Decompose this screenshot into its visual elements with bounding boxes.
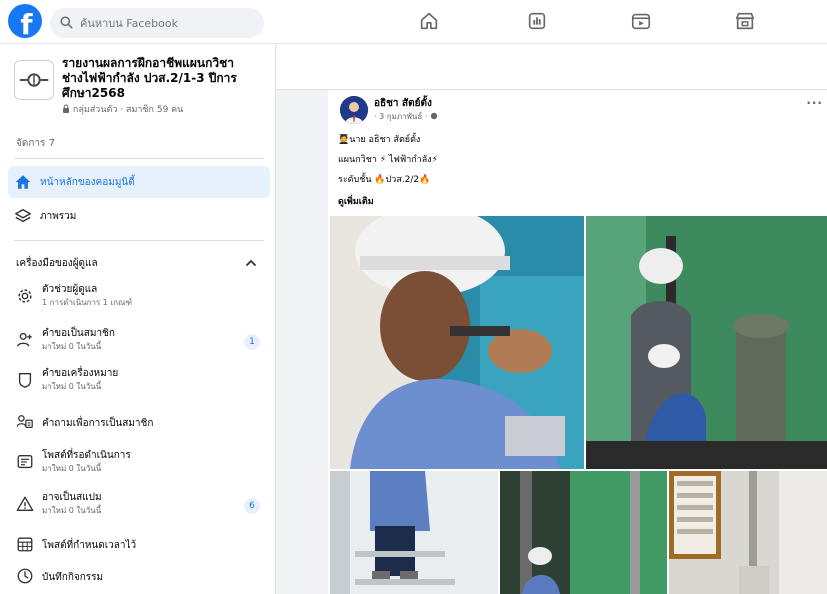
overview-icon: [15, 208, 31, 223]
post-photo[interactable]: [330, 471, 498, 594]
tool-title: คำขอเป็นสมาชิก: [42, 328, 115, 339]
person-add-icon: [17, 332, 32, 347]
tool-subtitle: มาใหม่ 0 ในวันนี้: [42, 382, 102, 391]
tool-activity-log[interactable]: บันทึกกิจกรรม: [8, 558, 270, 594]
tool-member-requests[interactable]: คำขอเป็นสมาชิก มาใหม่ 0 ในวันนี้ 1: [8, 322, 270, 360]
tool-title: โพสต์ที่กำหนดเวลาไว้: [42, 540, 137, 551]
group-meta-text: กลุ่มส่วนตัว · สมาชิก 59 คน: [72, 105, 184, 115]
see-more-link[interactable]: ดูเพิ่มเติม: [338, 194, 374, 208]
post-date: · 3 กุมภาพันธ์ ·: [374, 112, 430, 121]
top-bar: f: [0, 0, 827, 44]
nav-community-home[interactable]: หน้าหลักของคอมมูนิตี้: [8, 166, 270, 198]
post-photo[interactable]: [669, 471, 827, 594]
post-photo[interactable]: [586, 216, 827, 469]
tool-potential-spam[interactable]: อาจเป็นสแปม มาใหม่ 0 ในวันนี้ 6: [8, 486, 270, 524]
divider: [14, 158, 264, 159]
calendar-icon: [17, 537, 33, 552]
tool-pending-posts[interactable]: โพสต์ที่รอดำเนินการ มาใหม่ 0 ในวันนี้: [8, 444, 270, 482]
tool-subtitle: 1 การดำเนินการ 1 เกณฑ์: [42, 298, 133, 307]
group-name[interactable]: รายงานผลการฝึกอาชีพแผนกวิชาช่างไฟฟ้ากำลั…: [62, 56, 268, 101]
marketplace-nav-icon[interactable]: [734, 10, 758, 34]
group-avatar[interactable]: [14, 60, 54, 100]
author-name[interactable]: อธิชา สัตย์ตั้ง: [374, 96, 432, 111]
post-time[interactable]: · 3 กุมภาพันธ์ ·: [374, 110, 438, 123]
group-logo-icon: [19, 73, 49, 87]
tool-title: อาจเป็นสแปม: [42, 492, 102, 503]
worker-photo-3: [330, 471, 498, 594]
home-nav-icon[interactable]: [418, 10, 442, 34]
post-line: แผนกวิชา ⚡ ไฟฟ้ากำลัง⚡: [338, 155, 438, 165]
clock-icon: [17, 568, 33, 584]
post-line: 🧑‍🎓นาย อธิชา สัตย์ตั้ง: [338, 135, 421, 145]
divider: [14, 240, 264, 241]
search-box[interactable]: [50, 8, 264, 38]
globe-icon: [430, 112, 438, 120]
questions-icon: [16, 415, 33, 429]
author-avatar[interactable]: [340, 96, 368, 124]
tool-badge-requests[interactable]: คำขอเครื่องหมาย มาใหม่ 0 ในวันนี้: [8, 362, 270, 400]
worker-photo-1: [330, 216, 584, 469]
search-input[interactable]: [80, 8, 260, 38]
video-nav-icon[interactable]: [526, 10, 550, 34]
nav-item-label: ภาพรวม: [40, 211, 77, 222]
tool-subtitle: มาใหม่ 0 ในวันนี้: [42, 506, 102, 515]
tool-subtitle: มาใหม่ 0 ในวันนี้: [42, 342, 102, 351]
tool-title: ตัวช่วยผู้ดูแล: [42, 284, 98, 295]
feed-post: อธิชา สัตย์ตั้ง · 3 กุมภาพันธ์ · ··· 🧑‍🎓…: [328, 90, 827, 594]
tool-title: คำขอเครื่องหมาย: [42, 368, 119, 379]
worker-photo-2: [586, 216, 827, 469]
tool-title: บันทึกกิจกรรม: [42, 572, 104, 583]
post-photo[interactable]: [500, 471, 667, 594]
tool-admin-assistant[interactable]: ตัวช่วยผู้ดูแล 1 การดำเนินการ 1 เกณฑ์: [8, 278, 270, 316]
count-badge: 6: [244, 498, 260, 514]
tool-title: โพสต์ที่รอดำเนินการ: [42, 450, 131, 461]
tool-title: คำถามเพื่อการเป็นสมาชิก: [42, 418, 154, 429]
gear-icon: [18, 289, 32, 303]
tool-subtitle: มาใหม่ 0 ในวันนี้: [42, 464, 102, 473]
admin-tools-title: เครื่องมือของผู้ดูแล: [16, 258, 98, 269]
facebook-logo-icon[interactable]: f: [8, 4, 42, 38]
search-icon: [60, 16, 73, 29]
count-badge: 1: [244, 334, 260, 350]
tool-membership-questions[interactable]: คำถามเพื่อการเป็นสมาชิก: [8, 404, 270, 442]
electrical-panel-photo: [669, 471, 827, 594]
home-icon: [15, 175, 31, 189]
group-meta: กลุ่มส่วนตัว · สมาชิก 59 คน: [62, 102, 183, 116]
nav-overview[interactable]: ภาพรวม: [8, 200, 270, 232]
more-options-icon[interactable]: ···: [806, 96, 823, 110]
post-line: ระดับชั้น 🔥ปวส.2/2🔥: [338, 175, 431, 185]
pending-posts-icon: [17, 455, 33, 469]
author-photo-icon: [340, 96, 368, 124]
badge-icon: [18, 373, 32, 388]
facebook-logo-letter: f: [20, 8, 33, 38]
post-photo[interactable]: [330, 216, 584, 469]
group-sidebar: รายงานผลการฝึกอาชีพแผนกวิชาช่างไฟฟ้ากำลั…: [0, 44, 276, 594]
lock-icon: [63, 104, 69, 113]
worker-photo-4: [500, 471, 667, 594]
group-header-strip: [276, 44, 827, 90]
nav-item-label: หน้าหลักของคอมมูนิตี้: [40, 177, 135, 188]
watch-nav-icon[interactable]: [630, 10, 654, 34]
warning-icon: [16, 496, 34, 511]
chevron-up-icon[interactable]: [244, 256, 258, 270]
manage-label: จัดการ 7: [16, 138, 55, 149]
